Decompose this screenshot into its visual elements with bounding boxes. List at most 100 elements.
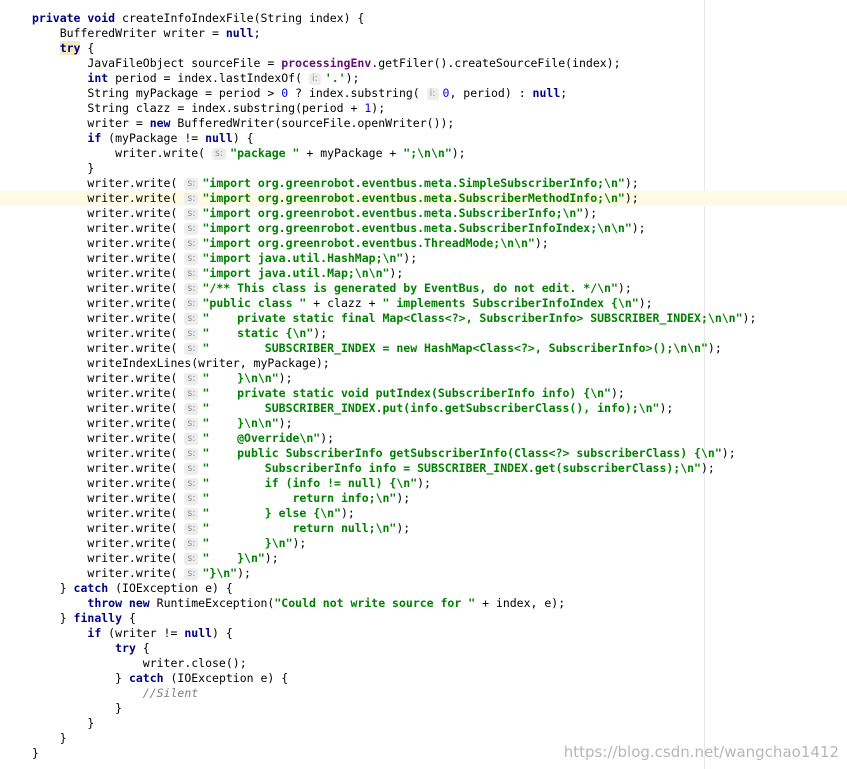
code-line[interactable]: writer.write( s: " return null;\n"); <box>0 521 847 536</box>
code-line-text: writer.write( s: "import org.greenrobot.e… <box>32 191 639 206</box>
code-line[interactable]: writer.write( s: " }\n"); <box>0 551 847 566</box>
parameter-hint: s: <box>184 478 199 490</box>
field-token: processingEnv <box>281 56 372 70</box>
code-token: ); <box>583 206 598 220</box>
code-line[interactable]: try { <box>0 641 847 656</box>
code-line[interactable]: writer = new BufferedWriter(sourceFile.o… <box>0 116 847 131</box>
code-line[interactable]: writer.write( s: "import org.greenrobot.e… <box>0 191 847 206</box>
code-line[interactable]: writer.write( s: " if (info != null) {\n"… <box>0 476 847 491</box>
code-line[interactable]: } catch (IOException e) { <box>0 671 847 686</box>
code-line[interactable]: writer.close(); <box>0 656 847 671</box>
code-line[interactable]: private void createInfoIndexFile(String … <box>0 11 847 26</box>
code-line[interactable]: writer.write( s: "}\n"); <box>0 566 847 581</box>
code-line[interactable]: writer.write( s: " }\n\n"); <box>0 416 847 431</box>
string-literal: '.' <box>324 71 346 85</box>
parameter-hint: s: <box>184 538 199 550</box>
comment-token: //Silent <box>142 686 199 700</box>
code-line-text: JavaFileObject sourceFile = processingEn… <box>32 56 620 71</box>
code-line[interactable]: String myPackage = period > 0 ? index.su… <box>0 86 847 101</box>
code-token: ); <box>278 371 293 385</box>
code-token: writer.close(); <box>32 656 247 670</box>
code-token: ); <box>320 431 335 445</box>
code-line-text: writer.write( s: " SubscriberInfo info = … <box>32 461 715 476</box>
code-line-text: writer.write( s: " return info;\n"); <box>32 491 410 506</box>
code-line[interactable]: writer.write( s: "import java.util.HashMa… <box>0 251 847 266</box>
keyword-token: finally <box>73 611 129 625</box>
code-token: writer.write( <box>32 461 185 475</box>
code-token: ); <box>610 386 625 400</box>
string-literal: " }\n\n" <box>202 371 279 385</box>
code-line[interactable]: writer.write( s: " }\n"); <box>0 536 847 551</box>
code-line[interactable]: writer.write( s: "import java.util.Map;\n… <box>0 266 847 281</box>
code-token: ); <box>700 461 715 475</box>
string-literal: "import java.util.HashMap;\n" <box>202 251 404 265</box>
code-line[interactable]: writer.write( s: "import org.greenrobot.e… <box>0 176 847 191</box>
code-line[interactable]: if (myPackage != null) { <box>0 131 847 146</box>
code-token: writer.write( <box>32 266 185 280</box>
code-line[interactable]: writer.write( s: " static {\n"); <box>0 326 847 341</box>
code-line-text: } <box>32 716 94 731</box>
keyword-token: private void <box>32 11 123 25</box>
code-line-text: writer.write( s: "}\n"); <box>32 566 251 581</box>
code-editor[interactable]: private void createInfoIndexFile(String … <box>0 0 847 769</box>
code-token: ); <box>389 266 404 280</box>
code-line[interactable]: writer.write( s: "import org.greenrobot.e… <box>0 221 847 236</box>
code-line[interactable]: writer.write( s: " SUBSCRIBER_INDEX = new… <box>0 341 847 356</box>
code-line[interactable]: if (writer != null) { <box>0 626 847 641</box>
code-line-text: } <box>32 746 39 761</box>
code-token: ); <box>659 401 674 415</box>
code-token: ); <box>278 416 293 430</box>
parameter-hint: s: <box>184 433 199 445</box>
code-line[interactable]: } <box>0 701 847 716</box>
keyword-token: null <box>205 131 233 145</box>
string-literal: " private static void putIndex(Subscribe… <box>202 386 611 400</box>
parameter-hint: s: <box>184 298 199 310</box>
code-line[interactable]: try { <box>0 41 847 56</box>
code-line-text: throw new RuntimeException("Could not wr… <box>32 596 565 611</box>
code-line[interactable]: writer.write( s: " } else {\n"); <box>0 506 847 521</box>
code-token: writer.write( <box>32 311 185 325</box>
string-literal: "import org.greenrobot.eventbus.meta.Sub… <box>202 221 632 235</box>
code-line[interactable]: writer.write( s: "import org.greenrobot.e… <box>0 206 847 221</box>
code-token: createInfoIndexFile(String index) { <box>122 11 365 25</box>
code-line[interactable]: //Silent <box>0 686 847 701</box>
code-line[interactable]: writer.write( s: " return info;\n"); <box>0 491 847 506</box>
code-line[interactable]: } catch (IOException e) { <box>0 581 847 596</box>
code-line[interactable]: throw new RuntimeException("Could not wr… <box>0 596 847 611</box>
code-line[interactable]: writeIndexLines(writer, myPackage); <box>0 356 847 371</box>
code-line-text: writer.write( s: "package " + myPackage +… <box>32 146 466 161</box>
code-line[interactable]: writer.write( s: " @Override\n"); <box>0 431 847 446</box>
code-line[interactable]: writer.write( s: " SUBSCRIBER_INDEX.put(i… <box>0 401 847 416</box>
code-line[interactable]: String clazz = index.substring(period + … <box>0 101 847 116</box>
code-line[interactable]: writer.write( s: "package " + myPackage +… <box>0 146 847 161</box>
code-line[interactable]: writer.write( s: "import org.greenrobot.e… <box>0 236 847 251</box>
code-token: ); <box>617 281 632 295</box>
code-line-text: writer.write( s: "import org.greenrobot.e… <box>32 206 597 221</box>
code-line[interactable]: BufferedWriter writer = null; <box>0 26 847 41</box>
code-line[interactable]: writer.write( s: " SubscriberInfo info = … <box>0 461 847 476</box>
code-line[interactable]: writer.write( s: " public SubscriberInfo … <box>0 446 847 461</box>
code-token: writer.write( <box>32 146 213 160</box>
code-token: writer.write( <box>32 386 185 400</box>
code-token: (writer != <box>108 626 185 640</box>
code-line-text: writeIndexLines(writer, myPackage); <box>32 356 329 371</box>
code-line[interactable]: writer.write( s: "public class " + clazz … <box>0 296 847 311</box>
code-line[interactable]: } <box>0 716 847 731</box>
code-line[interactable]: writer.write( s: " private static final M… <box>0 311 847 326</box>
code-line[interactable]: JavaFileObject sourceFile = processingEn… <box>0 56 847 71</box>
code-line[interactable]: } <box>0 161 847 176</box>
parameter-hint: i: <box>308 73 321 85</box>
code-line[interactable]: } finally { <box>0 611 847 626</box>
code-token: writer.write( <box>32 521 185 535</box>
code-token: writer.write( <box>32 326 185 340</box>
code-token: + myPackage + <box>299 146 404 160</box>
code-line[interactable]: writer.write( s: " }\n\n"); <box>0 371 847 386</box>
code-line[interactable]: int period = index.lastIndexOf( i: '.'); <box>0 71 847 86</box>
code-token: writer.write( <box>32 416 185 430</box>
code-line-text: writer.write( s: "/** This class is gener… <box>32 281 632 296</box>
code-line[interactable]: writer.write( s: " private static void pu… <box>0 386 847 401</box>
code-line[interactable]: writer.write( s: "/** This class is gener… <box>0 281 847 296</box>
parameter-hint: s: <box>184 508 199 520</box>
